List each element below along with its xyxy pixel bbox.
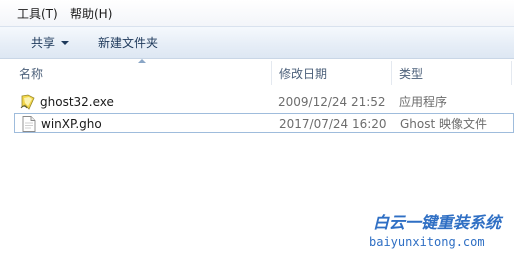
file-date: 2017/07/24 16:20 <box>279 117 387 131</box>
menu-tools[interactable]: 工具(T) <box>17 6 58 22</box>
column-divider[interactable] <box>271 61 272 85</box>
new-folder-button[interactable]: 新建文件夹 <box>98 35 158 51</box>
column-date-modified[interactable]: 修改日期 <box>279 66 327 82</box>
watermark-title: 白云一键重装系统 <box>373 213 502 232</box>
command-bar: 共享 新建文件夹 <box>0 27 514 59</box>
menu-bar: 工具(T) 帮助(H) <box>0 0 514 27</box>
column-divider[interactable] <box>391 61 392 85</box>
file-date: 2009/12/24 21:52 <box>278 95 386 109</box>
file-name[interactable]: winXP.gho <box>41 116 102 132</box>
chevron-down-icon[interactable] <box>61 41 69 45</box>
column-header: 名称 修改日期 类型 <box>0 59 514 87</box>
share-button[interactable]: 共享 <box>31 35 55 51</box>
watermark-url: baiyunxitong.com <box>369 235 485 249</box>
column-divider[interactable] <box>511 61 512 85</box>
menu-help[interactable]: 帮助(H) <box>70 6 112 22</box>
file-row-winxp[interactable]: winXP.gho 2017/07/24 16:20 Ghost 映像文件 <box>14 113 514 133</box>
sort-ascending-icon <box>138 59 146 63</box>
document-file-icon <box>22 116 36 132</box>
file-name[interactable]: ghost32.exe <box>40 94 114 110</box>
file-type: 应用程序 <box>399 95 448 109</box>
file-type: Ghost 映像文件 <box>400 117 488 131</box>
column-name[interactable]: 名称 <box>19 66 43 82</box>
column-type[interactable]: 类型 <box>399 66 423 82</box>
ghost-app-icon <box>20 94 35 110</box>
file-row-ghost32[interactable]: ghost32.exe 2009/12/24 21:52 应用程序 <box>14 92 514 112</box>
